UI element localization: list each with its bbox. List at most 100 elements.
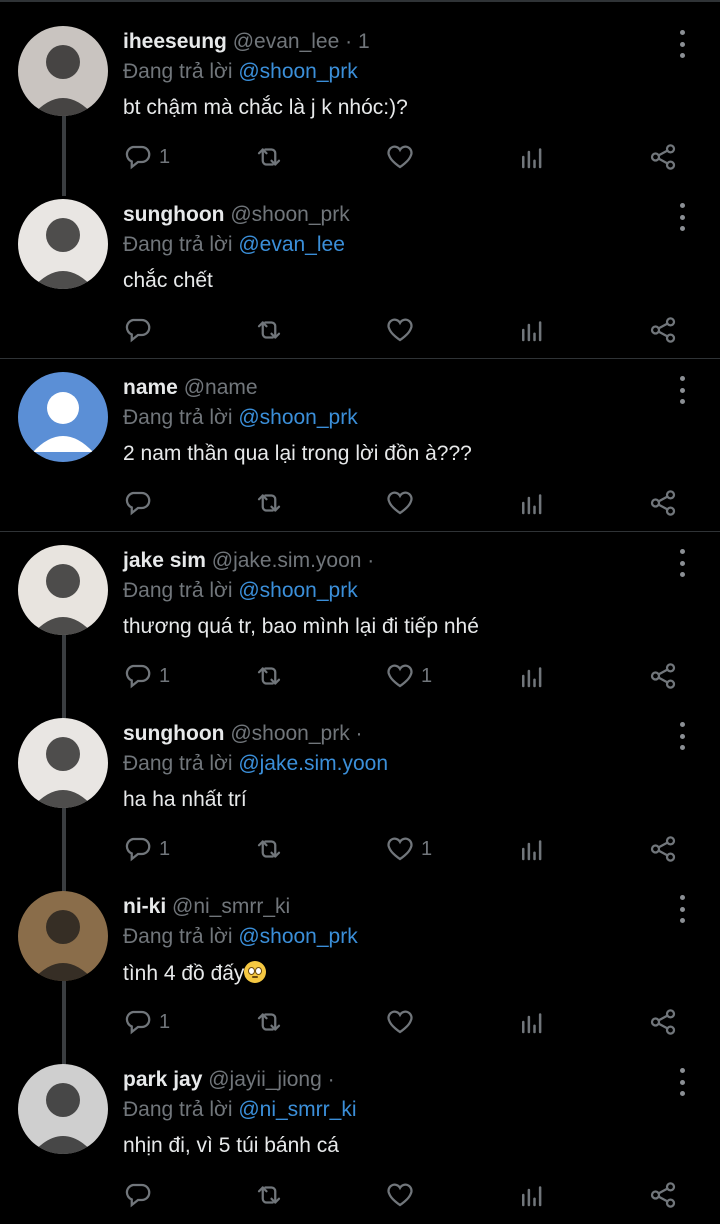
avatar[interactable] [18,718,108,808]
replying-to: Đang trả lời @shoon_prk [123,60,358,84]
heart-icon [387,1010,413,1034]
more-icon[interactable] [670,895,694,923]
mention-link[interactable]: @shoon_prk [238,406,357,429]
mention-link[interactable]: @shoon_prk [238,60,357,83]
reply-button[interactable] [123,1178,159,1212]
avatar[interactable] [18,545,108,635]
mention-link[interactable]: @shoon_prk [238,579,357,602]
analytics-icon [522,840,542,861]
mention-link[interactable]: @evan_lee [238,233,345,256]
like-button[interactable] [385,1178,421,1212]
reply-prefix: Đang trả lời [123,752,233,775]
tweet-text: nhịn đi, vì 5 túi bánh cá [123,1134,339,1157]
tweet-text: chắc chết [123,269,213,292]
retweet-button[interactable] [254,313,284,347]
replying-to: Đang trả lời @ni_smrr_ki [123,1098,357,1122]
like-button[interactable]: 1 [385,659,432,693]
reply-button[interactable]: 1 [123,1005,170,1039]
reply-button[interactable]: 1 [123,832,170,866]
like-button[interactable] [385,140,421,174]
display-name[interactable]: iheeseung [123,30,227,53]
views-button[interactable] [517,486,547,520]
more-icon[interactable] [670,30,694,58]
user-handle[interactable]: @shoon_prk [230,203,349,226]
mention-link[interactable]: @shoon_prk [238,925,357,948]
tweet[interactable]: park jay @jayii_jiong · Đang trả lời @ni… [0,1038,720,1210]
user-handle[interactable]: @jake.sim.yoon · [212,549,375,572]
mention-link[interactable]: @ni_smrr_ki [238,1098,356,1121]
tweet[interactable]: sunghoon @shoon_prk · Đang trả lời @jake… [0,692,720,864]
retweet-button[interactable] [254,832,284,866]
retweet-button[interactable] [254,486,284,520]
reply-button[interactable]: 1 [123,659,170,693]
tweet-actions [0,486,720,520]
more-icon[interactable] [670,722,694,750]
share-button[interactable] [648,832,678,866]
views-button[interactable] [517,313,547,347]
display-name[interactable]: name [123,376,178,399]
retweet-button[interactable] [254,140,284,174]
avatar[interactable] [18,26,108,116]
reply-button[interactable]: 1 [123,140,170,174]
avatar[interactable] [18,891,108,981]
mention-link[interactable]: @jake.sim.yoon [238,752,388,775]
more-icon[interactable] [670,549,694,577]
tweet[interactable]: iheeseung @evan_lee · 1 Đang trả lời @sh… [0,0,720,172]
like-count: 1 [421,837,433,860]
share-icon [650,144,676,170]
analytics-icon [522,667,542,688]
share-button[interactable] [648,1005,678,1039]
reply-count: 1 [159,664,171,687]
tweet-text: thương quá tr, bao mình lại đi tiếp nhé [123,615,479,638]
share-button[interactable] [648,313,678,347]
retweet-button[interactable] [254,659,284,693]
tweet[interactable]: ni-ki @ni_smrr_ki Đang trả lời @shoon_pr… [0,865,720,1037]
like-button[interactable] [385,313,421,347]
share-button[interactable] [648,140,678,174]
like-button[interactable] [385,1005,421,1039]
more-icon[interactable] [670,1068,694,1096]
avatar[interactable] [18,199,108,289]
replying-to: Đang trả lời @shoon_prk [123,406,358,430]
user-handle[interactable]: @ni_smrr_ki [172,895,290,918]
views-button[interactable] [517,832,547,866]
views-button[interactable] [517,140,547,174]
reply-prefix: Đang trả lời [123,406,233,429]
reply-prefix: Đang trả lời [123,579,233,602]
reply-prefix: Đang trả lời [123,60,233,83]
share-icon [650,836,676,862]
share-button[interactable] [648,659,678,693]
reply-button[interactable] [123,486,159,520]
reply-icon [125,664,151,689]
more-icon[interactable] [670,203,694,231]
user-handle[interactable]: @shoon_prk · [230,722,362,745]
views-button[interactable] [517,659,547,693]
retweet-button[interactable] [254,1005,284,1039]
avatar[interactable] [18,372,108,462]
like-button[interactable] [385,486,421,520]
display-name[interactable]: sunghoon [123,722,224,745]
more-icon[interactable] [670,376,694,404]
like-button[interactable]: 1 [385,832,432,866]
display-name[interactable]: jake sim [123,549,206,572]
display-name[interactable]: sunghoon [123,203,224,226]
display-name[interactable]: ni-ki [123,895,166,918]
share-button[interactable] [648,1178,678,1212]
user-handle[interactable]: @evan_lee · 1 [233,30,370,53]
retweet-icon [257,494,281,512]
tweet[interactable]: name @name Đang trả lời @shoon_prk 2 nam… [0,346,720,518]
avatar[interactable] [18,1064,108,1154]
display-name[interactable]: park jay [123,1068,202,1091]
tweet[interactable]: sunghoon @shoon_prk Đang trả lời @evan_l… [0,173,720,345]
views-button[interactable] [517,1005,547,1039]
tweet[interactable]: jake sim @jake.sim.yoon · Đang trả lời @… [0,519,720,691]
user-handle[interactable]: @name [184,376,258,399]
views-button[interactable] [517,1178,547,1212]
reply-button[interactable] [123,313,159,347]
share-button[interactable] [648,486,678,520]
reply-icon [125,145,151,170]
retweet-icon [257,1186,281,1204]
share-icon [650,1009,676,1035]
retweet-button[interactable] [254,1178,284,1212]
user-handle[interactable]: @jayii_jiong · [208,1068,334,1091]
